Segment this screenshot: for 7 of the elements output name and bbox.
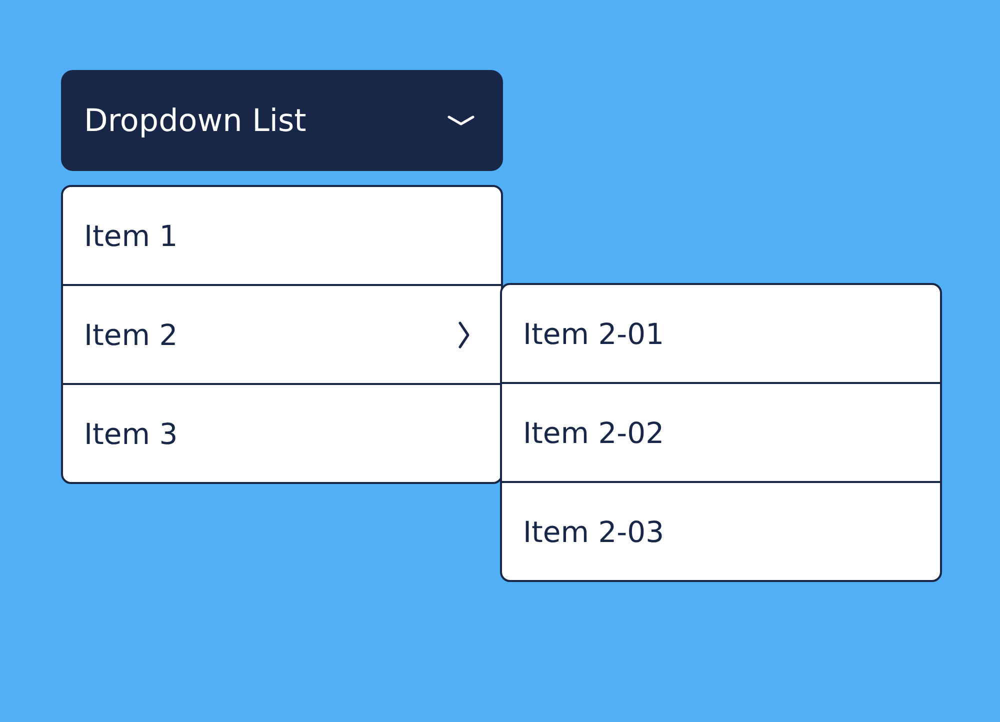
submenu-item[interactable]: Item 2-01 [502, 285, 940, 382]
menu-item[interactable]: Item 1 [63, 187, 501, 284]
submenu-item[interactable]: Item 2-02 [502, 382, 940, 481]
chevron-icon [457, 320, 471, 348]
dropdown-button[interactable]: Dropdown List [61, 70, 503, 171]
submenu-item[interactable]: Item 2-03 [502, 481, 940, 580]
chevron-icon [447, 114, 475, 127]
